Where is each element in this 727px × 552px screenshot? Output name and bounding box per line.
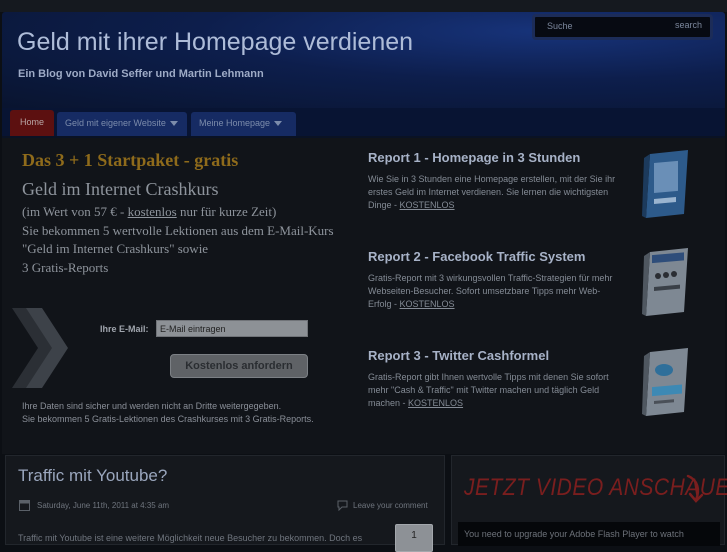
promo-description: (im Wert von 57 € - kostenlos nur für ku…: [22, 203, 352, 277]
request-free-button[interactable]: Kostenlos anfordern: [170, 354, 308, 378]
arrow-down-icon: [686, 474, 704, 503]
promo-text-part: (im Wert von 57 € -: [22, 204, 128, 219]
report-text: Gratis-Report gibt Ihnen wertvolle Tipps…: [368, 372, 609, 408]
ebook-cover-icon: [642, 248, 688, 316]
site-title[interactable]: Geld mit ihrer Homepage verdienen: [17, 28, 413, 57]
post-title[interactable]: Traffic mit Youtube?: [18, 466, 167, 486]
post-date: Saturday, June 11th, 2011 at 4:35 am: [37, 501, 170, 510]
search-input[interactable]: [547, 20, 657, 32]
kostenlos-link[interactable]: kostenlos: [128, 204, 177, 219]
report-3: Report 3 - Twitter Cashformel Gratis-Rep…: [368, 348, 618, 410]
search-form: search: [532, 14, 713, 40]
promo-text-part: 3 Gratis-Reports: [22, 259, 109, 275]
calendar-icon: [19, 500, 30, 511]
privacy-line: Ihre Daten sind sicher und werden nicht …: [22, 401, 282, 411]
report-description: Gratis-Report mit 3 wirkungsvollen Traff…: [368, 272, 618, 311]
report-description: Wie Sie in 3 Stunden eine Homepage erste…: [368, 173, 618, 212]
share-counter[interactable]: 1: [395, 524, 433, 552]
chevron-arrows-icon: [12, 308, 68, 388]
nav-item-meine-homepage[interactable]: Meine Homepage: [191, 112, 296, 136]
privacy-note: Ihre Daten sind sicher und werden nicht …: [22, 400, 362, 425]
report-title: Report 2 - Facebook Traffic System: [368, 249, 586, 264]
report-kostenlos-link[interactable]: KOSTENLOS: [400, 200, 455, 210]
promo-box: Das 3 + 1 Startpaket - gratis Geld im In…: [2, 138, 725, 454]
nav-item-label: Meine Homepage: [199, 118, 271, 128]
report-2: Report 2 - Facebook Traffic System Grati…: [368, 249, 618, 311]
privacy-line: Sie bekommen 5 Gratis-Lektionen des Cras…: [22, 413, 314, 424]
comment-icon: [337, 500, 348, 511]
promo-text-part: Sie bekommen 5 wertvolle Lektionen aus d…: [22, 222, 334, 257]
ebook-cover-icon: [642, 348, 688, 416]
report-title: Report 1 - Homepage in 3 Stunden: [368, 150, 581, 165]
leave-comment-link[interactable]: Leave your comment: [353, 501, 428, 510]
post-excerpt: Traffic mit Youtube ist eine weitere Mög…: [18, 533, 363, 543]
nav-item-home[interactable]: Home: [10, 110, 54, 136]
main-nav: Home Geld mit eigener Website Meine Home…: [2, 108, 725, 138]
site-header: Geld mit ihrer Homepage verdienen Ein Bl…: [2, 12, 725, 108]
flash-upgrade-notice: You need to upgrade your Adobe Flash Pla…: [464, 529, 684, 539]
nav-item-geld-mit-eigener-website[interactable]: Geld mit eigener Website: [57, 112, 187, 136]
nav-item-label: Geld mit eigener Website: [65, 118, 166, 128]
top-bar: [0, 0, 727, 12]
report-kostenlos-link[interactable]: KOSTENLOS: [408, 398, 463, 408]
search-button[interactable]: search: [675, 20, 702, 30]
promo-title: Das 3 + 1 Startpaket - gratis: [22, 150, 239, 170]
report-title: Report 3 - Twitter Cashformel: [368, 348, 550, 363]
email-label: Ihre E-Mail:: [100, 324, 149, 334]
promo-subtitle: Geld im Internet Crashkurs: [22, 179, 219, 199]
video-player[interactable]: You need to upgrade your Adobe Flash Pla…: [458, 522, 720, 546]
chevron-down-icon: [274, 121, 283, 127]
blog-post: Traffic mit Youtube? Saturday, June 11th…: [5, 455, 445, 552]
report-1: Report 1 - Homepage in 3 Stunden Wie Sie…: [368, 150, 618, 212]
promo-text-part: nur für kurze Zeit): [176, 204, 277, 219]
sidebar-video-widget: JETZT VIDEO ANSCHAUEN You need to upgrad…: [451, 455, 727, 546]
email-field[interactable]: [156, 320, 308, 337]
report-description: Gratis-Report gibt Ihnen wertvolle Tipps…: [368, 371, 618, 410]
chevron-down-icon: [169, 121, 178, 127]
report-kostenlos-link[interactable]: KOSTENLOS: [400, 299, 455, 309]
ebook-cover-icon: [642, 150, 688, 218]
site-tagline: Ein Blog von David Seffer und Martin Leh…: [18, 68, 264, 80]
